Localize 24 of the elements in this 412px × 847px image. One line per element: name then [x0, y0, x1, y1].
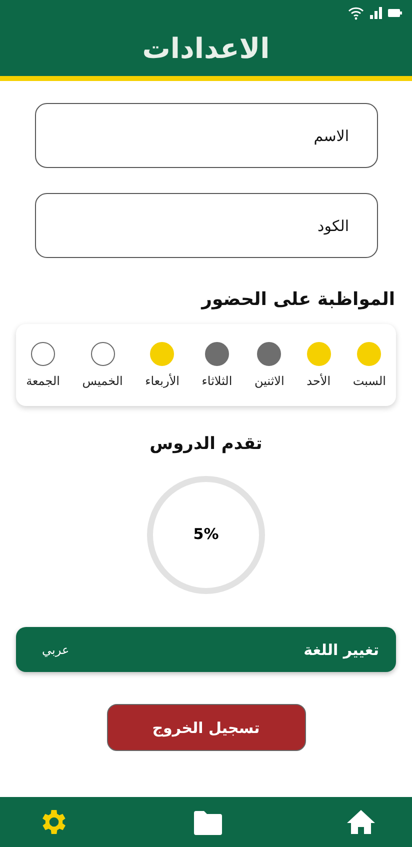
day-label: الأحد [306, 374, 331, 388]
language-button[interactable]: تغيير اللغة عربي [16, 627, 396, 672]
day-label: الثلاثاء [202, 374, 232, 388]
day-label: الأربعاء [145, 374, 180, 388]
home-icon [346, 809, 376, 835]
wifi-icon [348, 6, 364, 20]
day-label: السبت [352, 374, 386, 388]
logout-button[interactable]: تسجيل الخروج [106, 704, 306, 751]
input-field[interactable]: الكود [35, 193, 378, 258]
language-value: عربي [42, 642, 70, 656]
day-label: الاثنين [254, 374, 284, 388]
progress-reading: 5% [192, 525, 220, 545]
day-label: الجمعة [26, 374, 60, 388]
section-title: المواظبة على الحضور [200, 289, 395, 310]
battery-icon [388, 9, 402, 17]
page-title: الاعدادات [141, 31, 271, 67]
nav-button[interactable] [192, 809, 224, 835]
folder-icon [192, 809, 224, 835]
section-title: تقدم الدروس [148, 434, 264, 454]
language-label: تغيير اللغة [304, 640, 379, 658]
day-label: الخميس [82, 374, 123, 388]
input-field[interactable]: الاسم [35, 103, 378, 168]
signal-icon [370, 7, 382, 19]
nav-button[interactable] [346, 809, 376, 835]
